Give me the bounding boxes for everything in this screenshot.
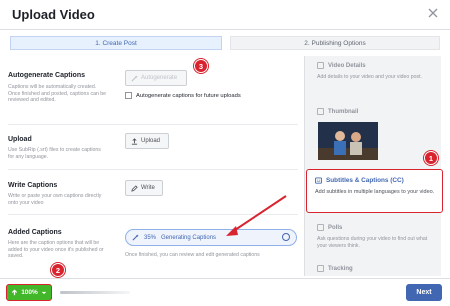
annotation-arrow — [226, 195, 287, 236]
upload-progress-track — [60, 291, 130, 294]
annotation-marker-3: 3 — [194, 59, 208, 73]
annotation-marker-1: 1 — [424, 151, 438, 165]
annotation-marker-2: 2 — [51, 263, 65, 277]
upload-arrow-icon — [12, 289, 18, 296]
upload-progress-button[interactable]: 100% — [6, 284, 52, 301]
next-button[interactable]: Next — [406, 284, 442, 301]
chevron-down-icon — [41, 291, 47, 294]
dialog-footer: 100% Next — [0, 278, 450, 306]
upload-percent: 100% — [21, 289, 38, 296]
